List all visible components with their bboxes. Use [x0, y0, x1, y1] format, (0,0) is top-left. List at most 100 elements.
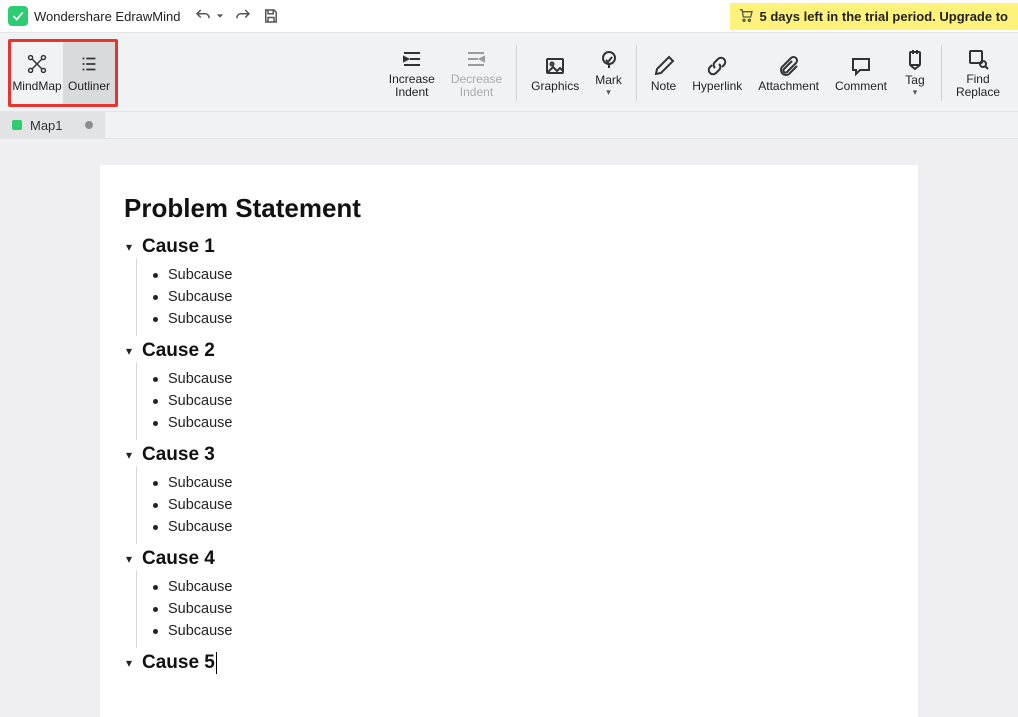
- document-icon: [12, 120, 22, 130]
- cause-title[interactable]: Cause 1: [142, 236, 215, 258]
- cause-title[interactable]: Cause 4: [142, 548, 215, 570]
- bullet-icon: [153, 607, 158, 612]
- subcause-item[interactable]: Subcause: [137, 264, 894, 286]
- find-replace-button[interactable]: Find Replace: [948, 39, 1008, 107]
- subcause-item[interactable]: Subcause: [137, 368, 894, 390]
- cause-title[interactable]: Cause 2: [142, 340, 215, 362]
- bullet-icon: [153, 585, 158, 590]
- document-tab[interactable]: Map1: [0, 112, 105, 138]
- ribbon-group-indent: Increase Indent Decrease Indent: [381, 39, 510, 107]
- redo-button[interactable]: [234, 7, 252, 25]
- bullet-icon: [153, 295, 158, 300]
- trial-banner[interactable]: 5 days left in the trial period. Upgrade…: [730, 3, 1018, 30]
- collapse-triangle-icon[interactable]: ▾: [124, 656, 134, 670]
- cause-title[interactable]: Cause 3: [142, 444, 215, 466]
- subcause-item[interactable]: Subcause: [137, 308, 894, 330]
- cause-header[interactable]: ▾ Cause 2: [124, 340, 894, 362]
- collapse-triangle-icon[interactable]: ▾: [124, 344, 134, 358]
- bullet-icon: [153, 503, 158, 508]
- subcause-item[interactable]: Subcause: [137, 620, 894, 642]
- app-logo: [8, 6, 28, 26]
- mindmap-view-button[interactable]: MindMap: [11, 42, 63, 104]
- decrease-indent-button: Decrease Indent: [443, 39, 510, 107]
- outline-title[interactable]: Problem Statement: [124, 193, 894, 224]
- undo-button[interactable]: [194, 7, 212, 25]
- subcause-text[interactable]: Subcause: [168, 267, 233, 283]
- outline-cause: ▾ Cause 1 Subcause Subcause Subcause: [124, 236, 894, 336]
- mark-label: Mark: [595, 74, 622, 87]
- note-label: Note: [651, 80, 676, 93]
- subcause-item[interactable]: Subcause: [137, 472, 894, 494]
- bullet-icon: [153, 481, 158, 486]
- tag-label: Tag: [905, 74, 924, 87]
- cause-header[interactable]: ▾ Cause 4: [124, 548, 894, 570]
- subcause-text[interactable]: Subcause: [168, 289, 233, 305]
- subcause-text[interactable]: Subcause: [168, 415, 233, 431]
- subcause-text[interactable]: Subcause: [168, 475, 233, 491]
- titlebar: Wondershare EdrawMind 5 days left in the…: [0, 0, 1018, 32]
- cause-header[interactable]: ▾ Cause 1: [124, 236, 894, 258]
- subcause-item[interactable]: Subcause: [137, 390, 894, 412]
- collapse-triangle-icon[interactable]: ▾: [124, 240, 134, 254]
- decrease-indent-label: Decrease Indent: [451, 73, 502, 99]
- bullet-icon: [153, 273, 158, 278]
- subcause-text[interactable]: Subcause: [168, 497, 233, 513]
- quick-access-toolbar: [194, 7, 280, 25]
- increase-indent-label: Increase Indent: [389, 73, 435, 99]
- outline-cause: ▾ Cause 2 Subcause Subcause Subcause: [124, 340, 894, 440]
- increase-indent-button[interactable]: Increase Indent: [381, 39, 443, 107]
- ribbon-group-insert2: Note Hyperlink Attachment Comment Tag ▾: [643, 39, 935, 107]
- comment-button[interactable]: Comment: [827, 39, 895, 107]
- mark-button[interactable]: Mark ▾: [587, 39, 630, 107]
- subcause-text[interactable]: Subcause: [168, 579, 233, 595]
- outliner-label: Outliner: [68, 79, 110, 93]
- comment-label: Comment: [835, 80, 887, 93]
- unsaved-dot-icon: [85, 121, 93, 129]
- workspace: Problem Statement ▾Cause 1SubcauseSubcau…: [0, 139, 1018, 717]
- cause-title[interactable]: Cause 5: [142, 652, 217, 674]
- view-toggle-group: MindMap Outliner: [8, 39, 118, 107]
- subcause-item[interactable]: Subcause: [137, 598, 894, 620]
- subcause-list: Subcause Subcause Subcause: [136, 466, 894, 544]
- subcause-text[interactable]: Subcause: [168, 623, 233, 639]
- outline-cause: ▾ Cause 5: [124, 652, 894, 674]
- outline-cause: ▾ Cause 3 Subcause Subcause Subcause: [124, 444, 894, 544]
- bullet-icon: [153, 399, 158, 404]
- tag-button[interactable]: Tag ▾: [895, 39, 935, 107]
- chevron-down-icon: ▾: [606, 87, 611, 98]
- outliner-view-button[interactable]: Outliner: [63, 42, 115, 104]
- outline-page[interactable]: Problem Statement ▾Cause 1SubcauseSubcau…: [100, 165, 918, 717]
- graphics-label: Graphics: [531, 80, 579, 93]
- ribbon-separator: [941, 45, 942, 101]
- undo-dropdown-icon[interactable]: [216, 7, 224, 25]
- subcause-item[interactable]: Subcause: [137, 494, 894, 516]
- collapse-triangle-icon[interactable]: ▾: [124, 552, 134, 566]
- trial-text: 5 days left in the trial period. Upgrade…: [760, 9, 1009, 24]
- outline-cause: ▾ Cause 4 Subcause Subcause Subcause: [124, 548, 894, 648]
- subcause-item[interactable]: Subcause: [137, 412, 894, 434]
- note-button[interactable]: Note: [643, 39, 684, 107]
- subcause-item[interactable]: Subcause: [137, 576, 894, 598]
- collapse-triangle-icon[interactable]: ▾: [124, 448, 134, 462]
- subcause-text[interactable]: Subcause: [168, 393, 233, 409]
- bullet-icon: [153, 525, 158, 530]
- attachment-button[interactable]: Attachment: [750, 39, 827, 107]
- attachment-label: Attachment: [758, 80, 819, 93]
- bullet-icon: [153, 377, 158, 382]
- graphics-button[interactable]: Graphics: [523, 39, 587, 107]
- hyperlink-button[interactable]: Hyperlink: [684, 39, 750, 107]
- subcause-text[interactable]: Subcause: [168, 311, 233, 327]
- bullet-icon: [153, 629, 158, 634]
- subcause-text[interactable]: Subcause: [168, 371, 233, 387]
- subcause-text[interactable]: Subcause: [168, 519, 233, 535]
- cart-icon: [738, 7, 754, 26]
- outline-body: ▾ Cause 1 Subcause Subcause Subcause ▾ Cause 2…: [124, 236, 894, 674]
- cause-header[interactable]: ▾ Cause 5: [124, 652, 894, 674]
- hyperlink-label: Hyperlink: [692, 80, 742, 93]
- subcause-list: Subcause Subcause Subcause: [136, 258, 894, 336]
- cause-header[interactable]: ▾ Cause 3: [124, 444, 894, 466]
- save-button[interactable]: [262, 7, 280, 25]
- subcause-item[interactable]: Subcause: [137, 286, 894, 308]
- subcause-item[interactable]: Subcause: [137, 516, 894, 538]
- subcause-text[interactable]: Subcause: [168, 601, 233, 617]
